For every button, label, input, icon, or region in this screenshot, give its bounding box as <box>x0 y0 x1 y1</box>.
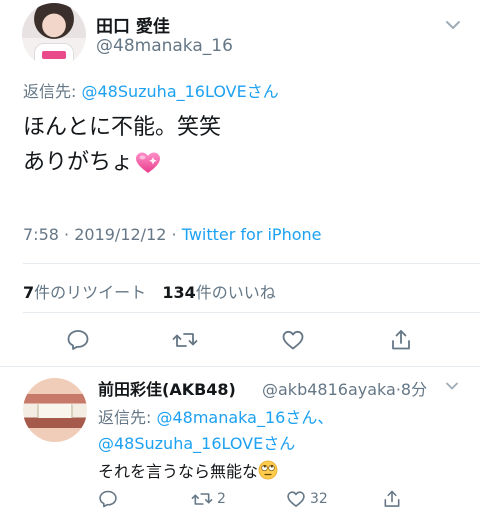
reply-button[interactable] <box>65 327 91 353</box>
reply-like-count: 32 <box>310 491 328 507</box>
retweet-icon <box>191 493 213 505</box>
like-count-label[interactable]: 件のいいね <box>196 283 276 302</box>
share-icon <box>384 490 400 507</box>
reply-retweet-count: 2 <box>217 491 226 507</box>
reply-author-handle[interactable]: @akb4816ayaka·8分 <box>262 376 427 400</box>
meta-separator: · <box>171 225 182 244</box>
reply-icon <box>67 330 89 350</box>
like-icon <box>282 330 304 350</box>
reply-handle-text: @akb4816ayaka <box>262 380 396 399</box>
tweet-time: 7:58 <box>23 225 59 244</box>
reply-share-button[interactable] <box>382 488 402 510</box>
author-handle[interactable]: @48manaka_16 <box>96 36 233 56</box>
reply-to-label: 返信先: <box>98 408 157 427</box>
tweet-source-app[interactable]: Twitter for iPhone <box>182 225 322 244</box>
reply-like-button[interactable]: 32 <box>286 488 328 510</box>
tweet-stats: 7件のリツイート 134件のいいね <box>23 279 276 303</box>
reply-reply-button[interactable] <box>98 488 118 510</box>
tweet-text-line2: ありがちょ <box>23 145 221 180</box>
retweet-icon <box>172 333 198 347</box>
retweet-button[interactable] <box>172 327 198 353</box>
tweet-text-line1: ほんとに不能。笑笑 <box>23 115 222 140</box>
reply-icon <box>99 490 117 508</box>
reply-to: 返信先: @48manaka_16さん、 <box>98 404 333 428</box>
author-name[interactable]: 田口 愛佳 <box>96 12 170 37</box>
reply-author-name[interactable]: 前田彩佳(AKB48) <box>98 376 236 400</box>
reply-retweet-button[interactable]: 2 <box>191 488 226 510</box>
divider <box>23 312 480 313</box>
main-tweet: 田口 愛佳 @48manaka_16 返信先: @48Suzuha_16LOVE… <box>0 0 480 366</box>
reply-to-mention[interactable]: @48Suzuha_16LOVEさん <box>81 82 278 101</box>
tweet-meta: 7:58 · 2019/12/12 · Twitter for iPhone <box>23 225 322 244</box>
avatar-teeth <box>37 404 73 418</box>
like-count[interactable]: 134 <box>162 283 195 302</box>
meta-separator: · <box>64 225 75 244</box>
divider <box>0 366 480 367</box>
avatar-shirt-logo <box>42 51 66 59</box>
tweet-date: 2019/12/12 <box>74 225 167 244</box>
chevron-down-icon[interactable] <box>444 378 460 394</box>
retweet-count-label[interactable]: 件のリツイート <box>34 283 146 302</box>
share-button[interactable] <box>388 327 414 353</box>
avatar[interactable] <box>22 3 86 67</box>
reply-to: 返信先: @48Suzuha_16LOVEさん <box>23 78 279 102</box>
rolling-eyes-icon <box>258 460 278 480</box>
reply-avatar[interactable] <box>23 378 87 442</box>
like-button[interactable] <box>280 327 306 353</box>
divider <box>23 263 480 264</box>
reply-tweet[interactable]: 前田彩佳(AKB48) @akb4816ayaka·8分 返信先: @48man… <box>0 368 480 515</box>
reply-time: 8分 <box>400 380 428 399</box>
chevron-down-icon[interactable] <box>444 16 462 34</box>
tweet-text: ほんとに不能。笑笑 ありがちょ <box>23 110 221 180</box>
reply-text-body: それを言うなら無能な <box>98 462 259 481</box>
tweet-text-line2-text: ありがちょ <box>23 150 134 175</box>
reply-text: それを言うなら無能な <box>98 458 278 482</box>
retweet-count[interactable]: 7 <box>23 283 34 302</box>
reply-to-mention[interactable]: @48Suzuha_16LOVEさん <box>98 430 295 454</box>
share-icon <box>392 330 410 350</box>
reply-to-label: 返信先: <box>23 82 82 101</box>
reply-to-mention[interactable]: @48manaka_16さん、 <box>156 408 333 427</box>
like-icon <box>287 491 305 507</box>
pink-heart-icon <box>136 152 161 173</box>
